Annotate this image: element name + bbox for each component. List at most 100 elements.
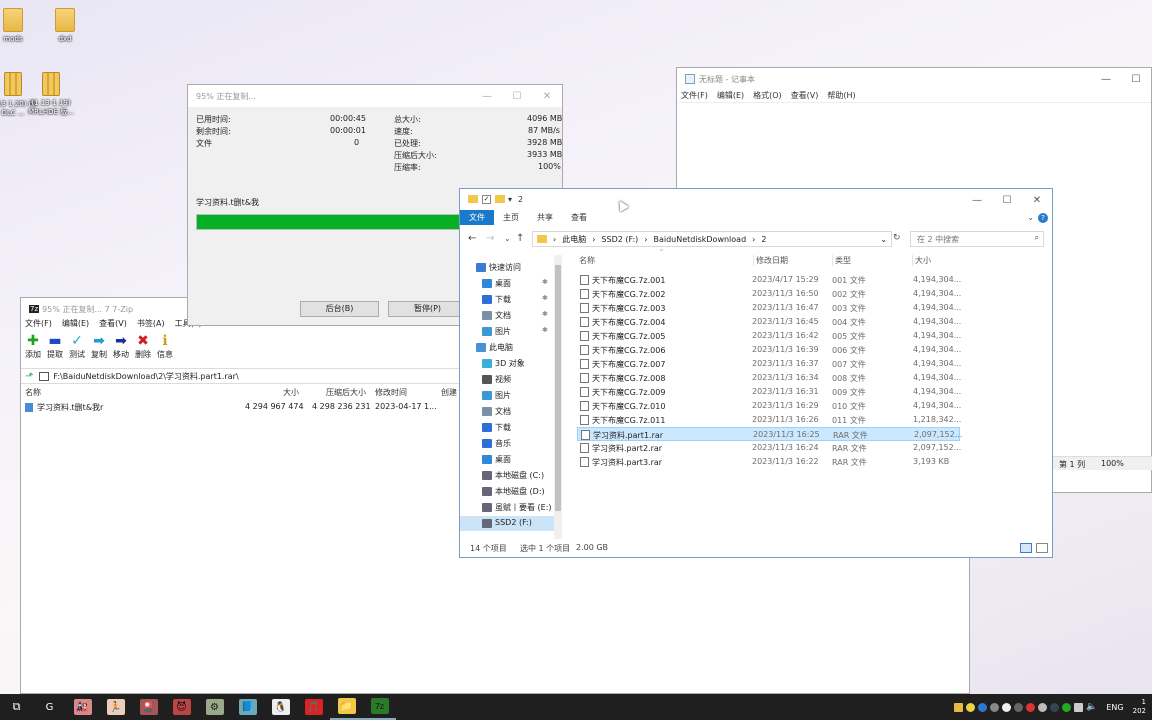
- breadcrumb-1[interactable]: SSD2 (F:): [601, 235, 638, 244]
- details-view-icon[interactable]: [1020, 543, 1032, 553]
- col-name[interactable]: 名称: [25, 387, 41, 398]
- g-app-icon[interactable]: G: [33, 694, 66, 720]
- col-type[interactable]: 类型: [832, 255, 851, 266]
- col-created[interactable]: 创建: [441, 387, 457, 398]
- desktop-icon-zip[interactable]: (1.13-1.19) MRLHDE 版...: [26, 72, 76, 117]
- tray-volume-icon[interactable]: 🔈: [1086, 702, 1097, 712]
- col-size[interactable]: 大小: [912, 255, 931, 266]
- file-row[interactable]: 天下布魔CG.7z.002 2023/11/3 16:50 002 文件 4,194,…: [577, 287, 961, 301]
- col-packed[interactable]: 压缩后大小: [326, 387, 366, 398]
- tray-shield-icon[interactable]: [966, 702, 976, 712]
- pin-icon[interactable]: ✱: [542, 294, 548, 302]
- sevenzip-menu-item[interactable]: 编辑(E): [62, 318, 89, 329]
- tray-steam-icon[interactable]: [1050, 702, 1060, 712]
- search-box[interactable]: 在 2 中搜索 ⌕: [910, 231, 1044, 247]
- tray-red-icon[interactable]: [1026, 702, 1036, 712]
- pause-button[interactable]: 暂停(P): [388, 301, 467, 317]
- breadcrumb-2[interactable]: BaiduNetdiskDownload: [653, 235, 746, 244]
- file-row[interactable]: 天下布魔CG.7z.001 2023/4/17 15:29 001 文件 4,194,…: [577, 273, 961, 287]
- tray-folder-icon[interactable]: [954, 702, 964, 712]
- tray-app-icon[interactable]: [990, 702, 1000, 712]
- file-row[interactable]: 天下布魔CG.7z.009 2023/11/3 16:31 009 文件 4,194,…: [577, 385, 961, 399]
- file-row[interactable]: 学习资料.part1.rar 2023/11/3 16:25 RAR 文件 2,097…: [577, 427, 962, 441]
- pin-icon[interactable]: ✱: [542, 310, 548, 318]
- explorer-window[interactable]: ✓ ▾ 2 — ☐ ✕ 文件 主页 共享 查看 ⌄ ? ← → ⌄ ↑ › 此电脑 › SS…: [459, 188, 1053, 558]
- file-row[interactable]: 天下布魔CG.7z.011 2023/11/3 16:26 011 文件 1,218,…: [577, 413, 961, 427]
- tray-wechat-icon[interactable]: [1062, 702, 1072, 712]
- close-button[interactable]: ✕: [1022, 189, 1052, 211]
- forward-icon[interactable]: →: [486, 233, 494, 244]
- search-input[interactable]: 在 2 中搜索: [917, 235, 959, 244]
- minimize-button[interactable]: —: [962, 189, 992, 211]
- tray-cloud-icon[interactable]: [1038, 702, 1048, 712]
- close-button[interactable]: ✕: [532, 85, 562, 107]
- nav-scrollbar[interactable]: [554, 255, 562, 539]
- file-explorer-app-icon[interactable]: 📁: [330, 694, 363, 720]
- test-button[interactable]: ✓ 测试: [69, 334, 85, 360]
- ribbon-expand-icon[interactable]: ⌄: [1027, 213, 1034, 222]
- file-row[interactable]: 天下布魔CG.7z.003 2023/11/3 16:47 003 文件 4,194,…: [577, 301, 961, 315]
- 7zip-app-icon[interactable]: 7z: [363, 694, 396, 720]
- notepad-menu-item[interactable]: 文件(F): [681, 90, 708, 101]
- file-row[interactable]: 学习资料.part3.rar 2023/11/3 16:22 RAR 文件 3,193…: [577, 455, 960, 469]
- pin-icon[interactable]: ✱: [542, 326, 548, 334]
- book-app-icon[interactable]: 📘: [231, 694, 264, 720]
- ribbon-tab[interactable]: 共享: [528, 210, 562, 225]
- tray-qq-icon[interactable]: [1002, 702, 1012, 712]
- desktop-icon-folder[interactable]: dxd: [40, 8, 90, 43]
- file-row[interactable]: 天下布魔CG.7z.010 2023/11/3 16:29 010 文件 4,194,…: [577, 399, 961, 413]
- background-button[interactable]: 后台(B): [300, 301, 379, 317]
- notepad-menu-item[interactable]: 查看(V): [791, 90, 819, 101]
- address-bar[interactable]: › 此电脑 › SSD2 (F:) › BaiduNetdiskDownload › …: [532, 231, 892, 247]
- col-modified[interactable]: 修改时间: [375, 387, 407, 398]
- tray-settings-icon[interactable]: [1014, 702, 1024, 712]
- tray-network-icon[interactable]: [1074, 702, 1084, 712]
- help-icon[interactable]: ?: [1038, 213, 1048, 223]
- anime-app-1-icon[interactable]: 🎎: [66, 694, 99, 720]
- desktop-icon-folder[interactable]: mods: [0, 8, 38, 43]
- recent-dropdown-icon[interactable]: ⌄: [504, 234, 511, 243]
- refresh-icon[interactable]: ↻: [893, 233, 901, 243]
- file-row[interactable]: 天下布魔CG.7z.005 2023/11/3 16:42 005 文件 4,194,…: [577, 329, 961, 343]
- path-input[interactable]: F:\BaiduNetdiskDownload\2\学习资料.part1.rar…: [53, 371, 238, 382]
- minimize-button[interactable]: —: [472, 85, 502, 107]
- netease-music-app-icon[interactable]: 🎵: [297, 694, 330, 720]
- copy-button[interactable]: ➡ 复制: [91, 334, 107, 360]
- file-row[interactable]: 天下布魔CG.7z.007 2023/11/3 16:37 007 文件 4,194,…: [577, 357, 961, 371]
- tray-bluetooth-icon[interactable]: [978, 702, 988, 712]
- maximize-button[interactable]: ☐: [502, 85, 532, 107]
- move-button[interactable]: ➡ 移动: [113, 334, 129, 360]
- breadcrumb-0[interactable]: 此电脑: [562, 234, 586, 245]
- info-button[interactable]: ℹ 信息: [157, 334, 173, 360]
- clock[interactable]: 1 202: [1133, 698, 1146, 716]
- notepad-titlebar[interactable]: 无标题 - 记事本: [677, 68, 1151, 90]
- tiles-view-icon[interactable]: [1036, 543, 1048, 553]
- input-language[interactable]: ENG: [1106, 703, 1123, 712]
- ribbon-tab[interactable]: 主页: [494, 210, 528, 225]
- qq-app-icon[interactable]: 🐧: [264, 694, 297, 720]
- up-folder-icon[interactable]: ⬏: [25, 371, 33, 382]
- qat-dropdown-icon[interactable]: ▾: [508, 195, 512, 204]
- file-row[interactable]: 天下布魔CG.7z.008 2023/11/3 16:34 008 文件 4,194,…: [577, 371, 961, 385]
- anime-app-4-icon[interactable]: 😈: [165, 694, 198, 720]
- minimize-button[interactable]: —: [1091, 68, 1121, 90]
- pin-icon[interactable]: ✱: [542, 278, 548, 286]
- maximize-button[interactable]: ☐: [992, 189, 1022, 211]
- delete-button[interactable]: ✖ 删除: [135, 334, 151, 360]
- properties-icon[interactable]: ✓: [482, 194, 491, 204]
- ribbon-tab[interactable]: 查看: [562, 210, 596, 225]
- breadcrumb-3[interactable]: 2: [761, 235, 766, 244]
- file-row[interactable]: 学习资料.part2.rar 2023/11/3 16:24 RAR 文件 2,097…: [577, 441, 961, 455]
- up-icon[interactable]: ↑: [516, 233, 524, 244]
- settings-app-icon[interactable]: ⚙: [198, 694, 231, 720]
- address-dropdown-icon[interactable]: ⌄: [880, 235, 887, 244]
- anime-app-2-icon[interactable]: 🏃: [99, 694, 132, 720]
- sevenzip-menu-item[interactable]: 文件(F): [25, 318, 52, 329]
- add-button[interactable]: ✚ 添加: [25, 334, 41, 360]
- notepad-menu-item[interactable]: 格式(O): [753, 90, 782, 101]
- back-icon[interactable]: ←: [468, 233, 476, 244]
- anime-app-3-icon[interactable]: 🎴: [132, 694, 165, 720]
- file-row[interactable]: 天下布魔CG.7z.004 2023/11/3 16:45 004 文件 4,194,…: [577, 315, 961, 329]
- nav-scroll-thumb[interactable]: [555, 265, 561, 511]
- maximize-button[interactable]: ☐: [1121, 68, 1151, 90]
